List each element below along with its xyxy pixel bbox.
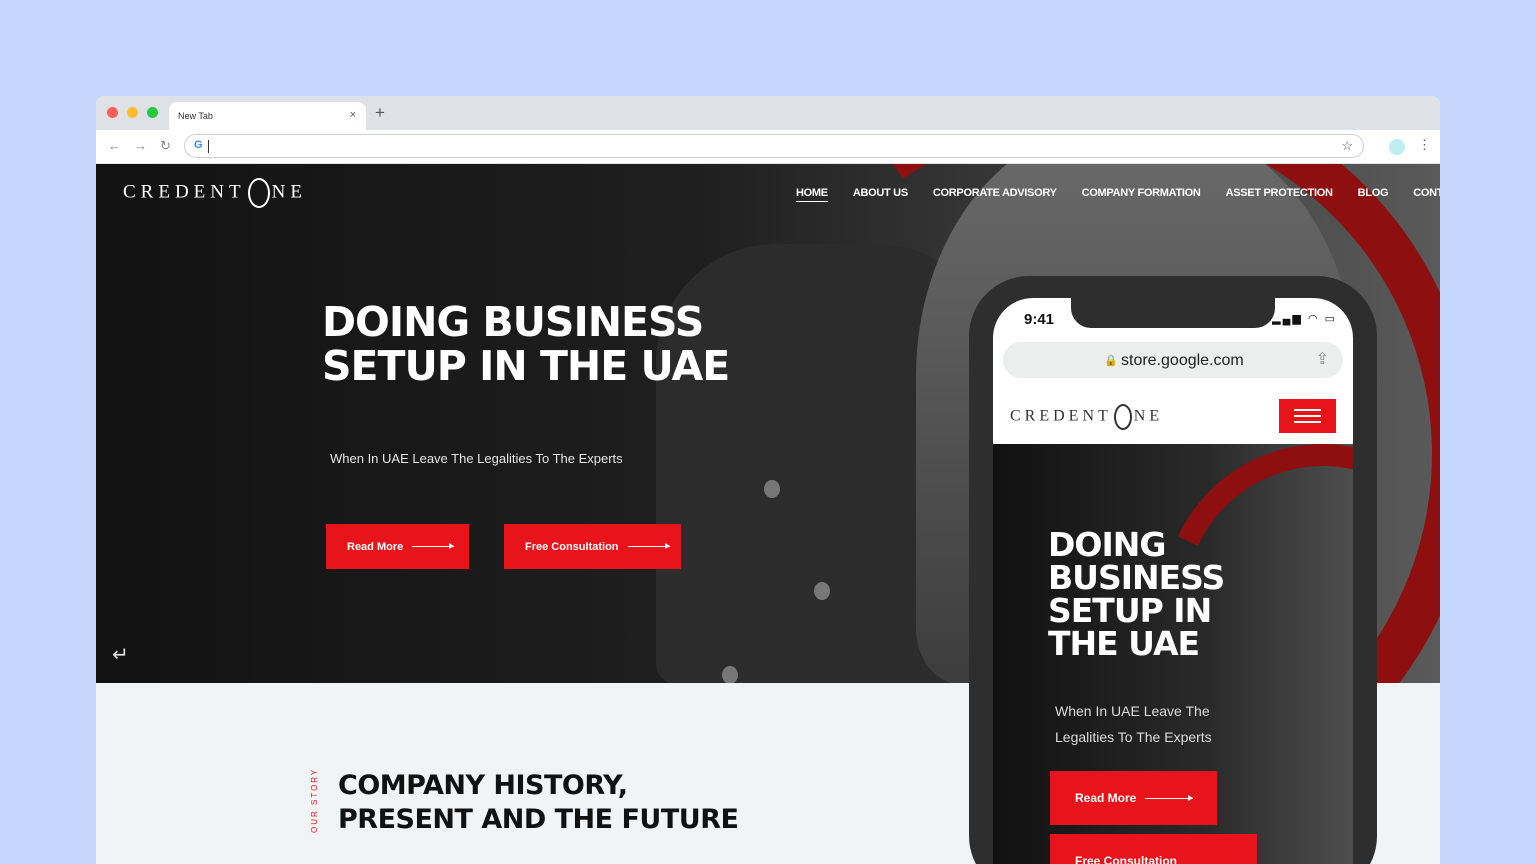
address-bar[interactable]: G ☆ [184,134,1364,158]
mobile-hero-title: DOING BUSINESS SETUP IN THE UAE [1048,525,1225,663]
chair-button-dot [764,480,780,498]
lock-icon: 🔒 [1104,355,1118,367]
google-icon: G [194,139,203,151]
hamburger-menu-icon[interactable] [1279,399,1336,433]
bookmark-star-icon[interactable]: ☆ [1341,138,1353,154]
minimize-window-icon[interactable] [127,107,138,118]
nav-about-us[interactable]: ABOUT US [853,187,908,202]
logo-o-mark [1113,404,1132,430]
maximize-window-icon[interactable] [147,107,158,118]
arrow-right-icon [1145,794,1194,801]
mobile-hero: DOING BUSINESS SETUP IN THE UAE When In … [993,444,1353,864]
chair-button-dot [814,582,830,600]
arrow-right-icon [412,543,455,549]
phone-mockup: 9:41 ▂▄▆ ◠ ▭ 🔒 store.google.com ⇪ CREDEN… [969,276,1377,864]
mobile-site-header: CREDENT NE [993,386,1353,444]
phone-url: store.google.com [1121,352,1244,369]
tab-close-icon[interactable]: × [350,109,356,121]
phone-time: 9:41 [1024,311,1055,328]
logo-text-right: NE [271,181,307,203]
arrow-right-icon [627,543,670,549]
nav-asset-protection[interactable]: ASSET PROTECTION [1226,187,1333,202]
nav-contact[interactable]: CONTACT [1413,187,1440,202]
tab-bar: New Tab × + [96,96,1440,130]
menu-kebab-icon[interactable]: ⋮ [1418,138,1431,152]
read-more-label: Read More [347,540,404,553]
mobile-free-consultation-label: Free Consultation [1075,854,1178,864]
reload-icon[interactable]: ↻ [160,139,171,153]
mobile-read-more-label: Read More [1075,791,1137,805]
logo-o-mark [247,178,270,208]
story-kicker: OUR STORY [310,767,319,833]
nav-corporate-advisory[interactable]: CORPORATE ADVISORY [933,187,1057,202]
story-title: COMPANY HISTORY, PRESENT AND THE FUTURE [338,770,739,835]
mobile-free-consultation-button[interactable]: Free Consultation [1050,834,1257,864]
browser-toolbar: ← → ↻ G ☆ ⋮ [96,130,1440,164]
share-icon[interactable]: ⇪ [1316,349,1329,369]
new-tab-button[interactable]: + [375,104,385,122]
hero-subtitle: When In UAE Leave The Legalities To The … [330,451,623,466]
free-consultation-label: Free Consultation [525,540,619,553]
mobile-logo[interactable]: CREDENT NE [1010,404,1163,430]
nav-blog[interactable]: BLOG [1358,187,1389,202]
phone-url-bar[interactable]: 🔒 store.google.com ⇪ [1003,342,1343,378]
profile-avatar[interactable] [1389,139,1405,155]
slider-prev-icon[interactable]: ↵ [112,642,129,667]
phone-screen: 9:41 ▂▄▆ ◠ ▭ 🔒 store.google.com ⇪ CREDEN… [993,298,1353,864]
mobile-logo-right: NE [1133,407,1164,425]
tab-new-tab[interactable]: New Tab × [169,102,366,130]
forward-icon[interactable]: → [134,139,147,153]
back-icon[interactable]: ← [108,139,121,153]
chair-button-dot [722,666,738,683]
nav-home[interactable]: HOME [796,187,828,202]
mobile-logo-left: CREDENT [1010,407,1112,425]
close-window-icon[interactable] [107,107,118,118]
read-more-button[interactable]: Read More [326,524,469,569]
nav-company-formation[interactable]: COMPANY FORMATION [1082,187,1201,202]
logo-text-left: CREDENT [123,181,246,203]
main-nav: HOME ABOUT US CORPORATE ADVISORY COMPANY… [796,187,1440,202]
mobile-read-more-button[interactable]: Read More [1050,771,1217,825]
site-logo[interactable]: CREDENT NE [123,178,307,208]
free-consultation-button[interactable]: Free Consultation [504,524,681,569]
signal-wifi-battery-icon: ▂▄▆ ◠ ▭ [1272,313,1337,325]
tab-title: New Tab [178,111,213,121]
hero-title: DOING BUSINESS SETUP IN THE UAE [322,298,730,390]
phone-notch [1071,298,1275,328]
text-caret [208,140,209,153]
mobile-hero-subtitle: When In UAE Leave The Legalities To The … [1055,703,1212,745]
